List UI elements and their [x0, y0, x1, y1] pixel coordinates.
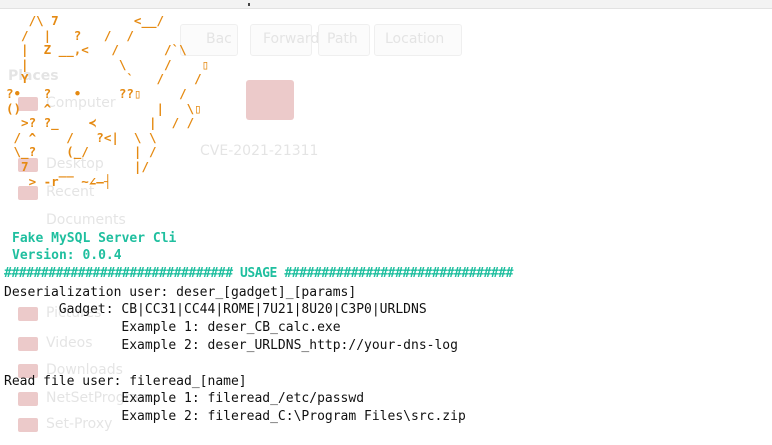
usage-banner: ############################### USAGE ##… [4, 266, 513, 281]
terminal-output: /\ 7 <__/ / | ? / / | Z __,< / /`\ | \ /… [0, 0, 772, 445]
deser-example-1: Example 1: deser_CB_calc.exe [4, 320, 341, 335]
app-name: Fake MySQL Server Cli [12, 231, 177, 246]
fileread-example-1: Example 1: fileread_/etc/passwd [4, 391, 365, 406]
ascii-art-logo: /\ 7 <__/ / | ? / / | Z __,< / /`\ | \ /… [6, 13, 210, 189]
gadget-line: Gadget: CB|CC31|CC44|ROME|7U21|8U20|C3P0… [4, 302, 427, 317]
fileread-usage-line: Read file user: fileread_[name] [4, 374, 247, 389]
app-version: Version: 0.0.4 [12, 248, 122, 263]
deser-usage-line: Deserialization user: deser_[gadget]_[pa… [4, 285, 357, 300]
deser-example-2: Example 2: deser_URLDNS_http://your-dns-… [4, 338, 458, 353]
fileread-example-2: Example 2: fileread_C:\Program Files\src… [4, 409, 466, 424]
